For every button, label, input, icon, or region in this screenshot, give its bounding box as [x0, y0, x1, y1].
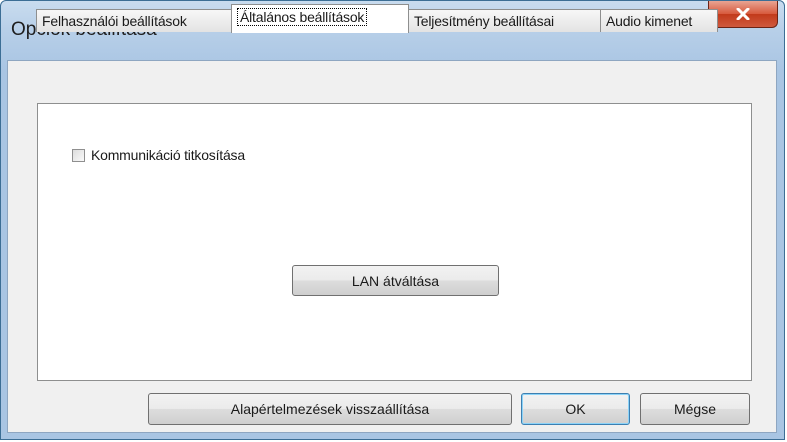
- tab-performance-settings[interactable]: Teljesítmény beállításai: [408, 9, 601, 32]
- tab-general-settings[interactable]: Általános beállítások: [231, 4, 409, 33]
- reset-defaults-button[interactable]: Alapértelmezések visszaállítása: [148, 393, 512, 425]
- tab-audio-output[interactable]: Audio kimenet: [600, 9, 718, 32]
- tab-panel-general: [37, 103, 752, 381]
- encryption-checkbox[interactable]: [72, 148, 85, 162]
- encryption-checkbox-label: Kommunikáció titkosítása: [91, 147, 245, 163]
- close-icon: [736, 8, 750, 20]
- encryption-option[interactable]: Kommunikáció titkosítása: [72, 147, 245, 163]
- tab-label: Audio kimenet: [606, 13, 693, 29]
- ok-button[interactable]: OK: [521, 393, 630, 425]
- cancel-button[interactable]: Mégse: [640, 393, 750, 425]
- lan-switch-button[interactable]: LAN átváltása: [292, 265, 499, 296]
- close-button[interactable]: [708, 1, 778, 28]
- tab-label: Felhasználói beállítások: [42, 13, 187, 29]
- tab-label: Teljesítmény beállításai: [414, 13, 554, 29]
- tab-user-settings[interactable]: Felhasználói beállítások: [36, 9, 232, 32]
- tab-label: Általános beállítások: [237, 8, 368, 26]
